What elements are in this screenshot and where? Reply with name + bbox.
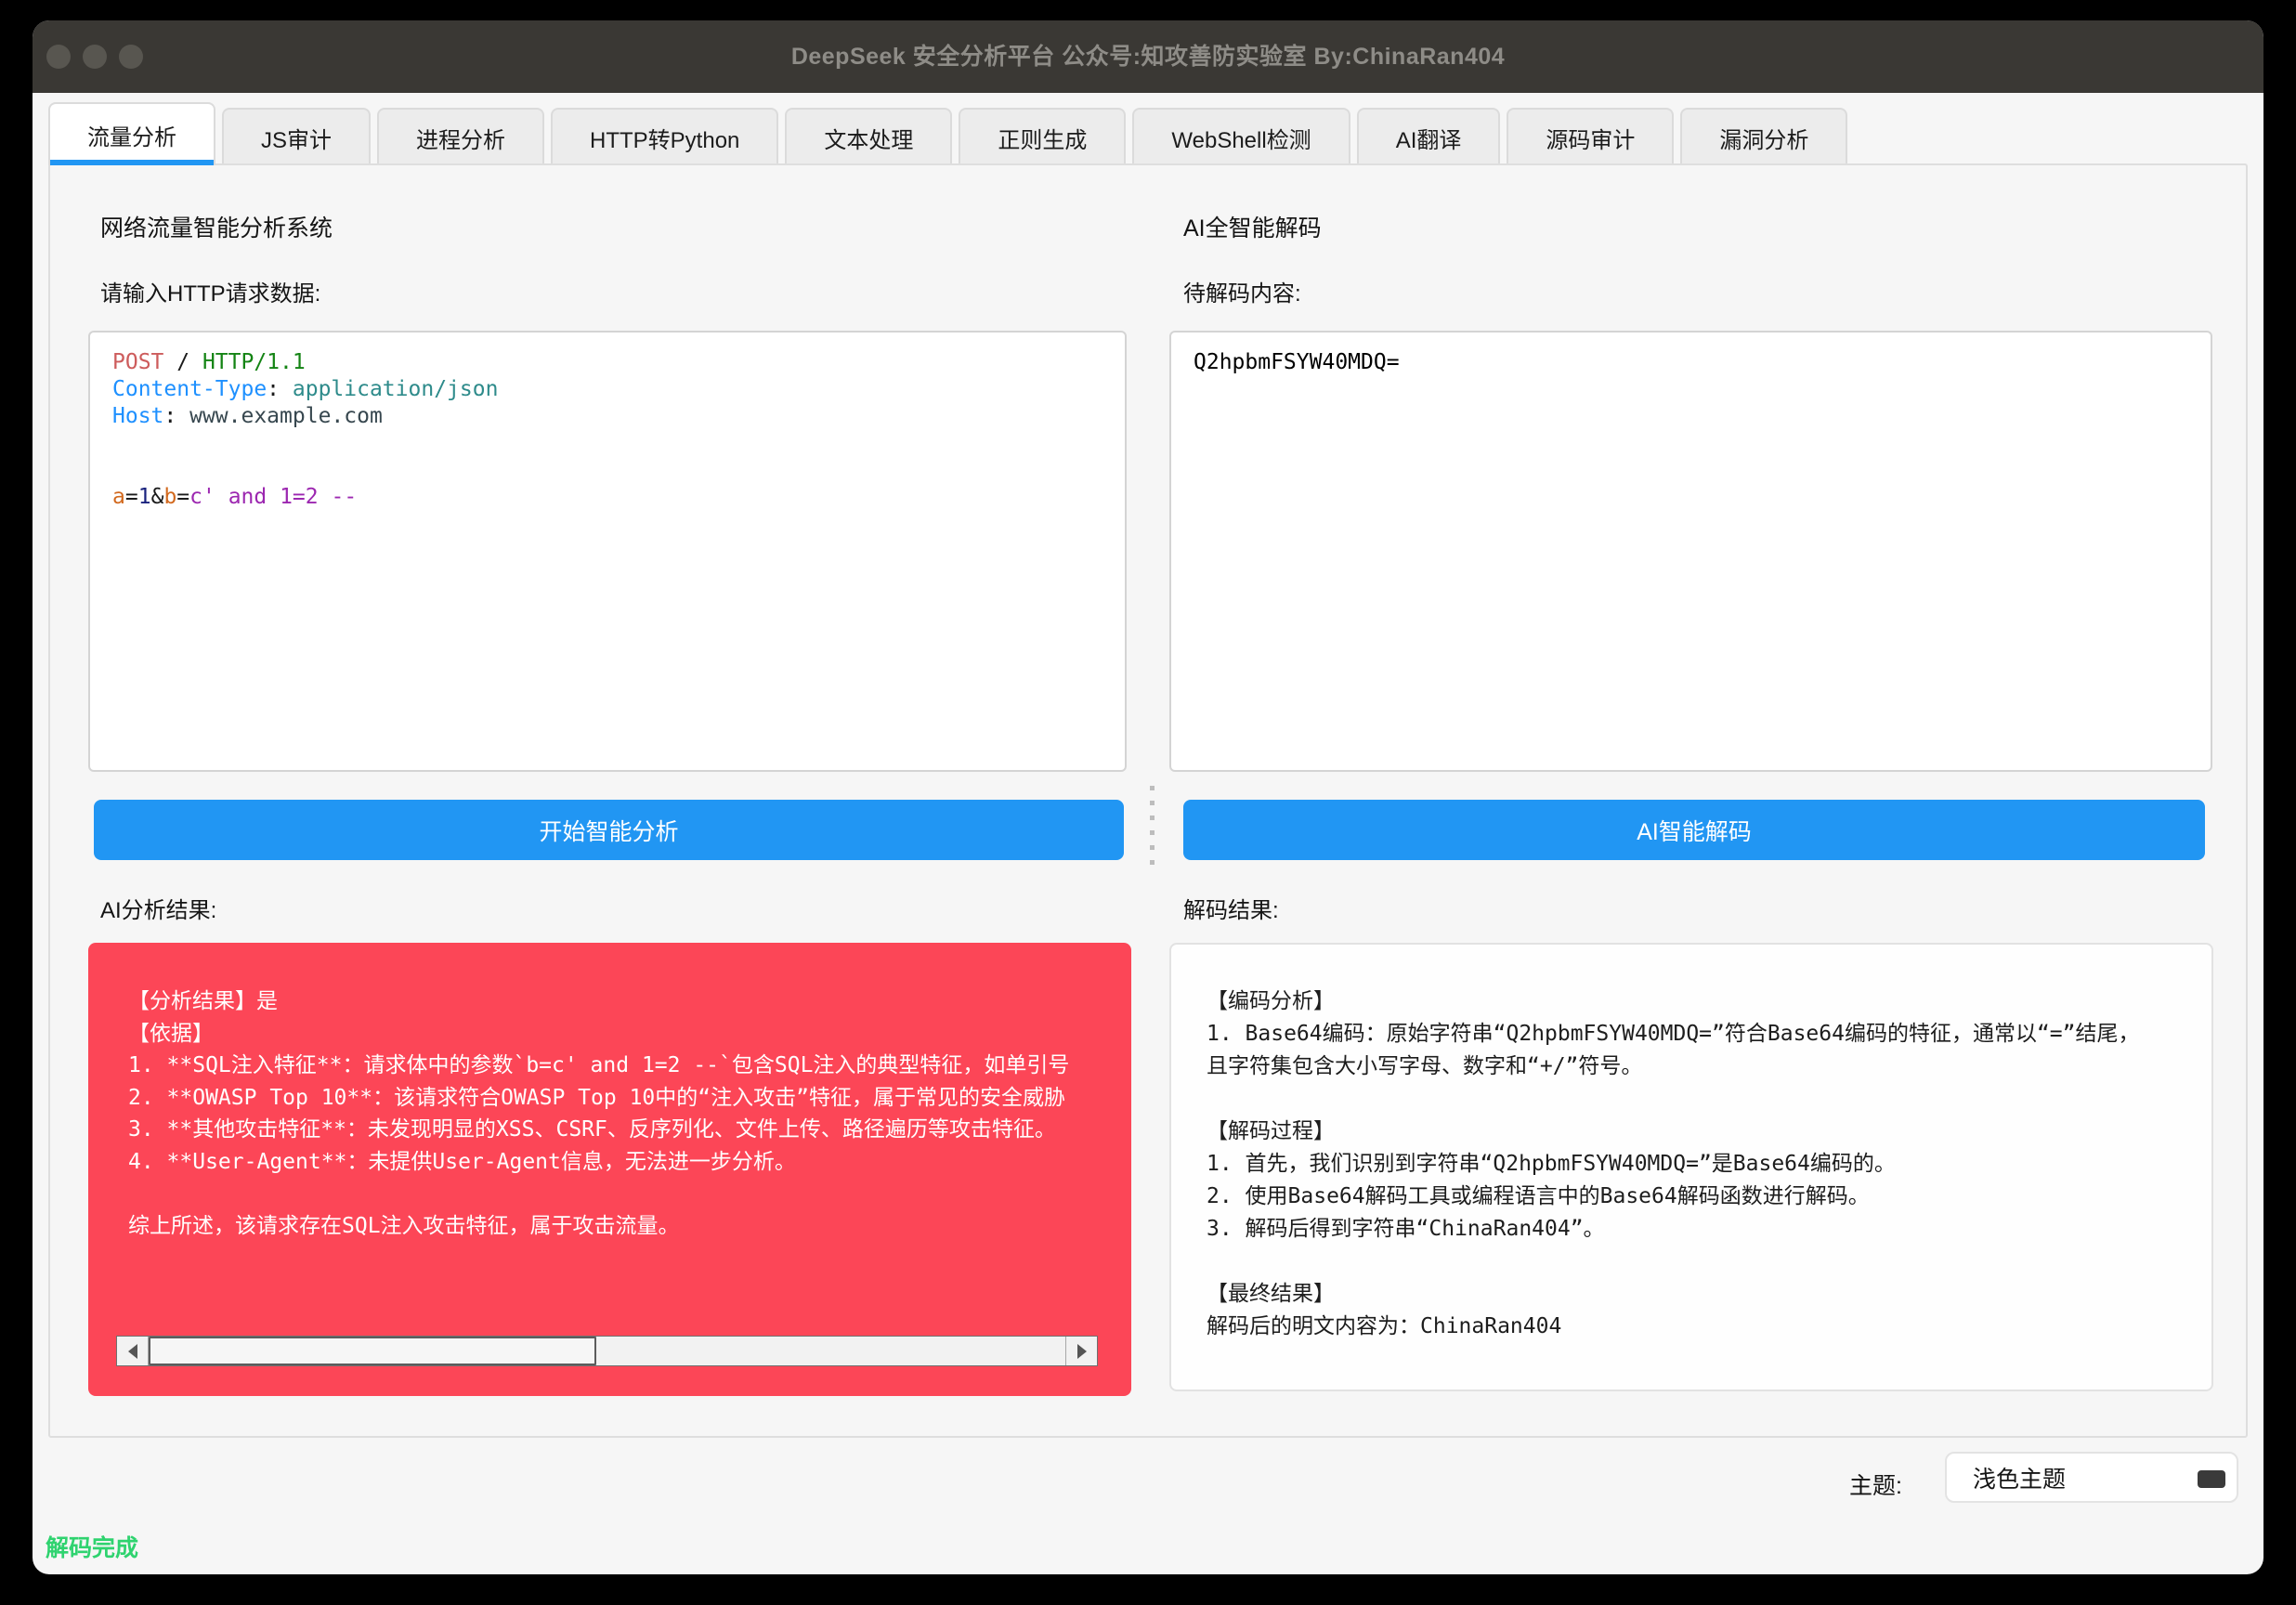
ai-decode-title: AI全智能解码 — [1183, 210, 1322, 243]
notebook-panel: 网络流量智能分析系统 请输入HTTP请求数据: POST / HTTP/1.1C… — [48, 163, 2248, 1438]
start-analysis-button[interactable]: 开始智能分析 — [94, 800, 1124, 860]
decode-result-label: 解码结果: — [1183, 892, 1279, 924]
result-line: 【分析结果】是 — [128, 985, 1069, 1018]
analysis-result-label: AI分析结果: — [100, 892, 216, 924]
theme-select-value: 浅色主题 — [1973, 1461, 2066, 1494]
tab-4[interactable]: HTTP转Python — [551, 108, 778, 165]
code-line: Content-Type: application/json — [112, 376, 1102, 403]
result-line: 【编码分析】 — [1207, 985, 2193, 1018]
scrollbar-thumb[interactable] — [149, 1337, 596, 1365]
scroll-left-button[interactable] — [117, 1337, 149, 1365]
traffic-analysis-title: 网络流量智能分析系统 — [100, 210, 333, 243]
tab-8[interactable]: AI翻译 — [1357, 108, 1501, 165]
tab-9[interactable]: 源码审计 — [1507, 108, 1674, 165]
result-line: 且字符集包含大小写字母、数字和“+/”符号。 — [1207, 1050, 2193, 1083]
maximize-window-button[interactable] — [119, 45, 143, 69]
analysis-result-text: 【分析结果】是【依据】1. **SQL注入特征**：请求体中的参数`b=c' a… — [128, 985, 1069, 1242]
titlebar: DeepSeek 安全分析平台 公众号:知攻善防实验室 By:ChinaRan4… — [33, 20, 2263, 93]
code-line: POST / HTTP/1.1 — [112, 349, 1102, 376]
horizontal-scrollbar[interactable] — [116, 1336, 1098, 1366]
scroll-right-button[interactable] — [1065, 1337, 1097, 1365]
result-line — [1207, 1083, 2193, 1116]
result-line — [128, 1178, 1069, 1210]
result-line — [1207, 1246, 2193, 1278]
tab-1[interactable]: 流量分析 — [48, 102, 215, 165]
tab-7[interactable]: WebShell检测 — [1132, 108, 1350, 165]
ai-decode-button[interactable]: AI智能解码 — [1183, 800, 2205, 860]
tab-6[interactable]: 正则生成 — [959, 108, 1126, 165]
http-request-label: 请输入HTTP请求数据: — [100, 275, 320, 307]
code-line — [112, 430, 1102, 457]
result-line: 2. **OWASP Top 10**：该请求符合OWASP Top 10中的“… — [128, 1082, 1069, 1115]
code-line: a=1&b=c' and 1=2 -- — [112, 484, 1102, 511]
scroll-right-arrow-icon — [1077, 1344, 1087, 1359]
result-line: 3. 解码后得到字符串“ChinaRan404”。 — [1207, 1213, 2193, 1246]
tab-10[interactable]: 漏洞分析 — [1680, 108, 1847, 165]
app-window: DeepSeek 安全分析平台 公众号:知攻善防实验室 By:ChinaRan4… — [33, 20, 2263, 1574]
decode-input-content: Q2hpbmFSYW40MDQ= — [1194, 349, 2188, 376]
result-line: 【依据】 — [128, 1018, 1069, 1050]
decode-input-label: 待解码内容: — [1183, 275, 1301, 307]
code-line — [112, 457, 1102, 484]
result-line: 解码后的明文内容为：ChinaRan404 — [1207, 1311, 2193, 1343]
http-request-content: POST / HTTP/1.1Content-Type: application… — [112, 349, 1102, 511]
result-line: 1. 首先，我们识别到字符串“Q2hpbmFSYW40MDQ=”是Base64编… — [1207, 1148, 2193, 1181]
result-line: 3. **其他攻击特征**：未发现明显的XSS、CSRF、反序列化、文件上传、路… — [128, 1114, 1069, 1146]
decode-input[interactable]: Q2hpbmFSYW40MDQ= — [1169, 331, 2212, 772]
theme-label: 主题: — [1849, 1468, 1902, 1501]
code-line: Host: www.example.com — [112, 403, 1102, 430]
result-line: 4. **User-Agent**：未提供User-Agent信息，无法进一步分… — [128, 1146, 1069, 1179]
status-text: 解码完成 — [46, 1530, 138, 1563]
tab-bar: 流量分析JS审计进程分析HTTP转Python文本处理正则生成WebShell检… — [48, 102, 1847, 165]
http-request-input[interactable]: POST / HTTP/1.1Content-Type: application… — [88, 331, 1127, 772]
result-line: 综上所述，该请求存在SQL注入攻击特征，属于攻击流量。 — [128, 1210, 1069, 1243]
result-line: 1. Base64编码：原始字符串“Q2hpbmFSYW40MDQ=”符合Bas… — [1207, 1018, 2193, 1050]
result-line: 2. 使用Base64解码工具或编程语言中的Base64解码函数进行解码。 — [1207, 1181, 2193, 1213]
theme-select[interactable]: 浅色主题 — [1945, 1452, 2238, 1503]
window-title: DeepSeek 安全分析平台 公众号:知攻善防实验室 By:ChinaRan4… — [33, 20, 2263, 93]
tab-5[interactable]: 文本处理 — [785, 108, 952, 165]
close-window-button[interactable] — [46, 45, 71, 69]
window-controls — [46, 45, 143, 69]
result-line: 【解码过程】 — [1207, 1116, 2193, 1148]
combobox-indicator-icon — [2198, 1470, 2225, 1488]
pane-divider-handle[interactable] — [1149, 786, 1155, 879]
decode-result-box[interactable]: 【编码分析】1. Base64编码：原始字符串“Q2hpbmFSYW40MDQ=… — [1169, 943, 2213, 1391]
result-line: 【最终结果】 — [1207, 1278, 2193, 1311]
tab-2[interactable]: JS审计 — [222, 108, 371, 165]
tab-3[interactable]: 进程分析 — [377, 108, 544, 165]
minimize-window-button[interactable] — [83, 45, 107, 69]
analysis-result-box[interactable]: 【分析结果】是【依据】1. **SQL注入特征**：请求体中的参数`b=c' a… — [88, 943, 1131, 1396]
decode-result-text: 【编码分析】1. Base64编码：原始字符串“Q2hpbmFSYW40MDQ=… — [1207, 985, 2193, 1343]
result-line: 1. **SQL注入特征**：请求体中的参数`b=c' and 1=2 --`包… — [128, 1050, 1069, 1082]
scroll-left-arrow-icon — [128, 1344, 137, 1359]
